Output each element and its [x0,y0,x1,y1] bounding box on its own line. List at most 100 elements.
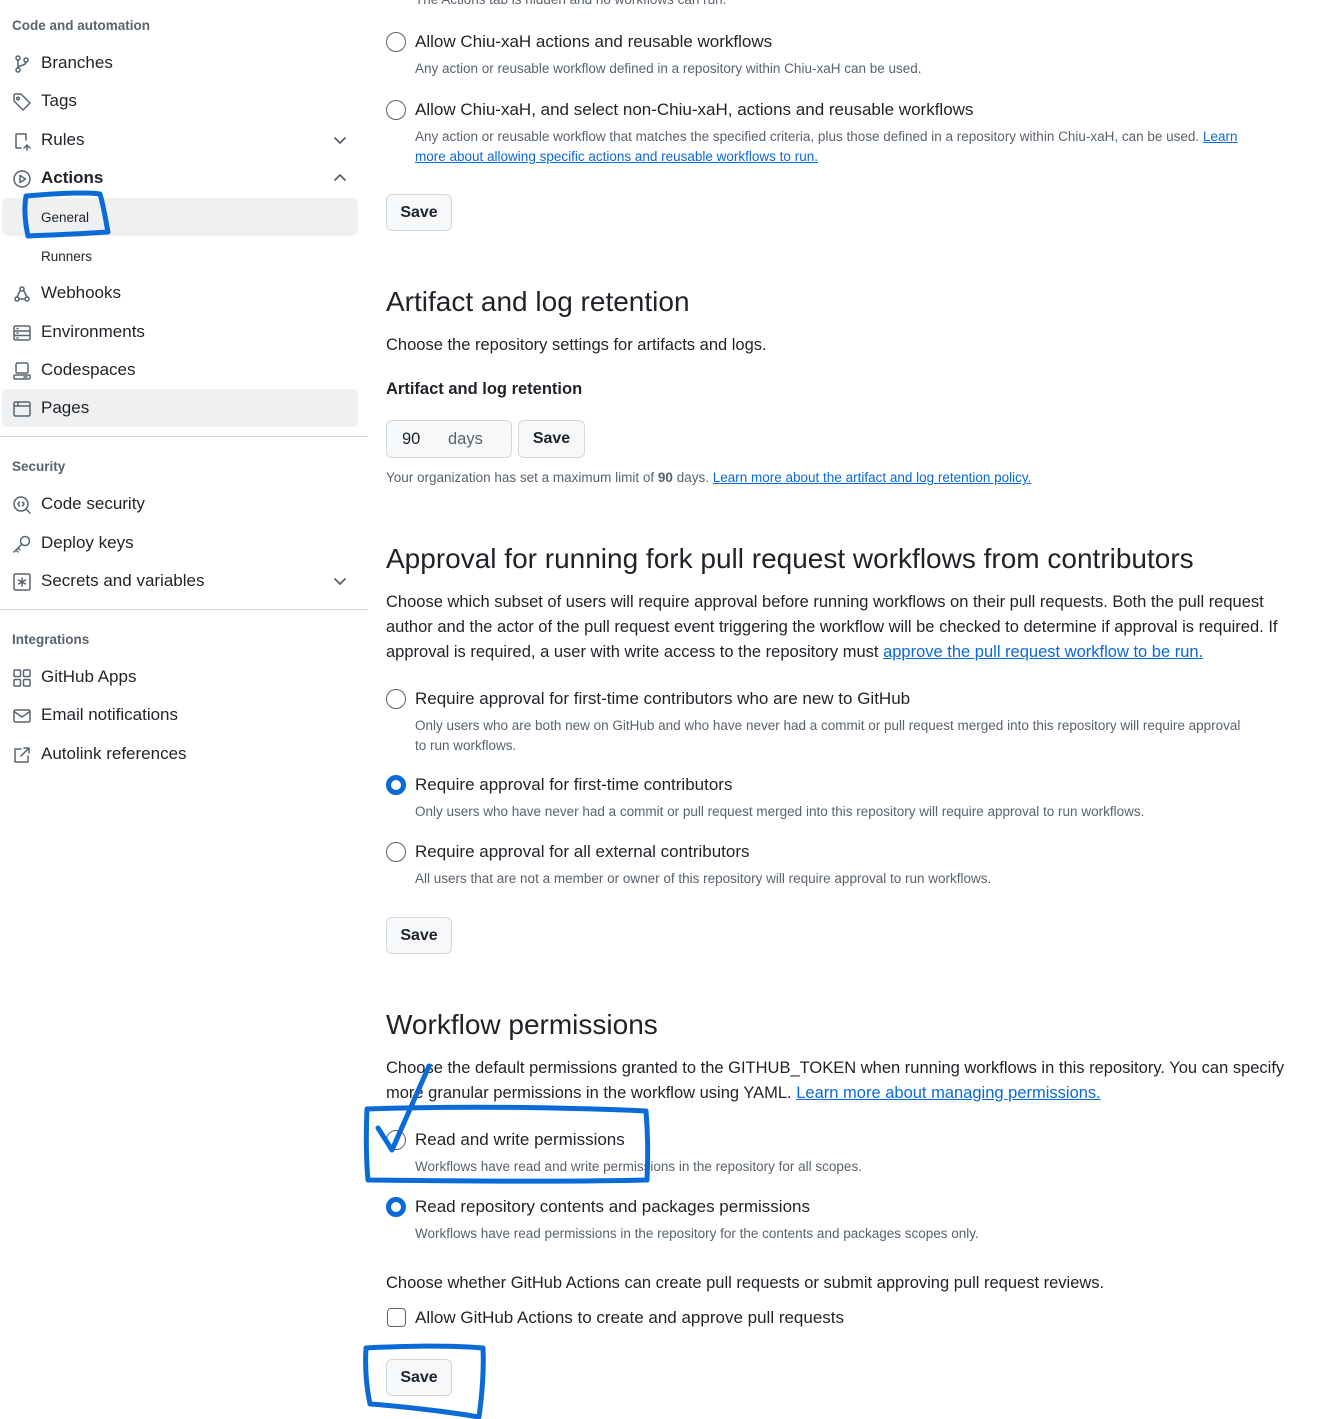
sidebar-item-label: Code security [41,494,145,513]
sidebar-item-email-notifications[interactable]: Email notifications [2,696,358,734]
workflow-read-only-label[interactable]: Read repository contents and packages pe… [415,1197,810,1217]
sidebar-item-webhooks[interactable]: Webhooks [2,274,358,312]
approval-first-time-radio[interactable] [386,775,406,795]
sidebar-subitem-general[interactable]: General [2,198,358,236]
approval-desc-line3: approval is required, a user with write … [386,640,1203,665]
workflow-read-write-radio[interactable] [386,1130,406,1150]
workflow-pr-question: Choose whether GitHub Actions can create… [386,1274,1105,1292]
sidebar-item-label: Actions [41,168,104,187]
workflow-permissions-title: Workflow permissions [386,1009,658,1040]
codescan-icon [11,494,33,516]
sidebar-item-actions[interactable]: Actions [2,159,358,197]
settings-sidebar: Code and automation Branches Tags Rules … [0,0,368,1419]
sidebar-heading-security: Security [12,459,66,474]
sidebar-item-autolink-references[interactable]: Autolink references [2,735,358,773]
workflow-save-button[interactable]: Save [386,1359,452,1396]
retention-note: Your organization has set a maximum limi… [386,468,1031,488]
sidebar-subitem-runners[interactable]: Runners [2,237,358,275]
browser-icon [11,398,33,420]
chevron-up-icon[interactable] [332,170,348,186]
retention-note-limit: 90 [657,470,673,485]
sidebar-item-label: Rules [41,130,85,149]
policy-learn-more-link[interactable]: more about allowing specific actions and… [415,149,818,164]
server-icon [11,322,33,344]
workflow-permissions-link[interactable]: Learn more about managing permissions. [796,1084,1101,1102]
sidebar-item-rules[interactable]: Rules [2,121,358,159]
sidebar-subitem-label: General [41,210,90,225]
retention-note-text: Your organization has set a maximum limi… [386,470,655,485]
policy-select-desc-text: Any action or reusable workflow that mat… [415,129,1200,144]
workflow-read-only-radio[interactable] [386,1197,406,1217]
sidebar-item-tags[interactable]: Tags [2,82,358,120]
sidebar-item-label: Email notifications [41,705,179,724]
retention-policy-link[interactable]: Learn more about the artifact and log re… [713,470,1032,485]
sidebar-item-label: Autolink references [41,744,187,763]
sidebar-item-label: Codespaces [41,360,136,379]
workflow-read-write-label[interactable]: Read and write permissions [415,1130,625,1150]
sidebar-subitem-label: Runners [41,249,93,264]
mail-icon [11,705,33,727]
git-branch-icon [11,53,33,75]
sidebar-item-secrets-variables[interactable]: Secrets and variables [2,562,358,600]
policy-select-desc: Any action or reusable workflow that mat… [415,127,1315,147]
codespaces-icon [11,360,33,382]
approval-desc-line1: Choose which subset of users will requir… [386,593,1264,611]
sidebar-item-codespaces[interactable]: Codespaces [2,351,358,389]
sidebar-item-github-apps[interactable]: GitHub Apps [2,658,358,696]
sidebar-item-label: Environments [41,322,145,341]
workflow-desc-line2: more granular permissions in the workflo… [386,1081,1101,1106]
approval-new-contributors-label[interactable]: Require approval for first-time contribu… [415,689,910,709]
sidebar-item-code-security[interactable]: Code security [2,485,358,523]
policy-org-label[interactable]: Allow Chiu-xaH actions and reusable work… [415,32,772,52]
sidebar-divider [0,609,368,610]
workflow-desc-text: more granular permissions in the workflo… [386,1084,792,1102]
rules-icon [11,130,33,152]
policy-save-button[interactable]: Save [386,194,452,231]
approval-new-contributors-radio[interactable] [386,689,406,709]
sidebar-item-label: Secrets and variables [41,571,205,590]
policy-select-radio[interactable] [386,100,406,120]
sidebar-item-environments[interactable]: Environments [2,313,358,351]
approval-desc-text: approval is required, a user with write … [386,643,879,661]
workflow-read-write-desc: Workflows have read and write permission… [415,1159,862,1174]
sidebar-item-label: Deploy keys [41,533,134,552]
approval-all-external-label[interactable]: Require approval for all external contri… [415,842,750,862]
workflow-allow-pr-label[interactable]: Allow GitHub Actions to create and appro… [415,1308,844,1328]
link-external-icon [11,744,33,766]
workflow-desc-line1: Choose the default permissions granted t… [386,1059,1285,1077]
sidebar-item-deploy-keys[interactable]: Deploy keys [2,524,358,562]
policy-org-radio[interactable] [386,32,406,52]
sidebar-item-branches[interactable]: Branches [2,44,358,82]
retention-days-input[interactable]: 90 days [386,420,512,458]
chevron-down-icon[interactable] [332,132,348,148]
retention-desc: Choose the repository settings for artif… [386,336,767,354]
sidebar-heading-integrations: Integrations [12,632,90,647]
sidebar-item-label: Pages [41,398,90,417]
workflow-read-only-desc: Workflows have read permissions in the r… [415,1226,979,1241]
policy-cut-text: The Actions tab is hidden and no workflo… [415,0,726,10]
sidebar-item-label: Branches [41,53,113,72]
retention-field-label: Artifact and log retention [386,380,583,398]
sidebar-item-pages[interactable]: Pages [2,389,358,427]
approval-workflow-link[interactable]: approve the pull request workflow to be … [883,643,1203,661]
tag-icon [11,91,33,113]
chevron-down-icon[interactable] [332,573,348,589]
policy-select-label[interactable]: Allow Chiu-xaH, and select non-Chiu-xaH,… [415,100,973,120]
approval-new-contributors-desc1: Only users who are both new on GitHub an… [415,718,1241,733]
approval-first-time-label[interactable]: Require approval for first-time contribu… [415,775,732,795]
asterisk-icon [11,571,33,593]
retention-days-value: 90 [402,429,421,448]
webhook-icon [11,283,33,305]
workflow-allow-pr-checkbox[interactable] [387,1308,406,1327]
approval-first-time-desc: Only users who have never had a commit o… [415,804,1145,819]
sidebar-item-label: Webhooks [41,283,122,302]
policy-select-desc-line2: more about allowing specific actions and… [415,147,818,167]
policy-org-desc: Any action or reusable workflow defined … [415,61,922,76]
key-icon [11,533,33,555]
approval-save-button[interactable]: Save [386,917,452,954]
retention-save-button[interactable]: Save [518,420,585,458]
retention-note-unit: days. [676,470,709,485]
approval-title: Approval for running fork pull request w… [386,543,1194,574]
approval-all-external-radio[interactable] [386,842,406,862]
policy-learn-link[interactable]: Learn [1203,129,1238,144]
